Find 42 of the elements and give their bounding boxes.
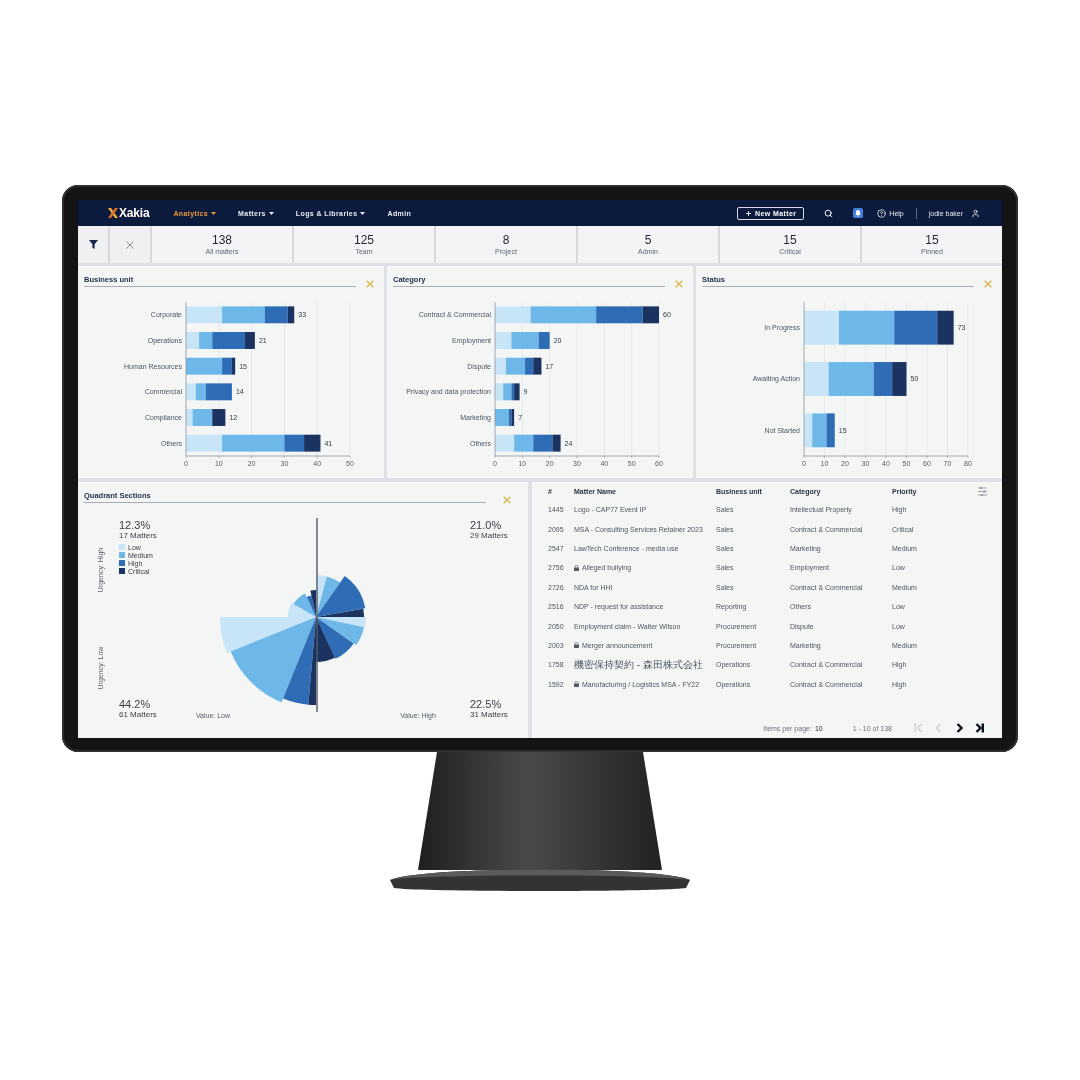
close-icon[interactable] xyxy=(366,279,374,288)
stat-value: 8 xyxy=(502,234,510,246)
stat-value: 15 xyxy=(783,234,797,246)
bar-segment xyxy=(186,306,223,324)
logo-mark-icon xyxy=(108,208,118,218)
quadrant-matters: 29 Matters xyxy=(470,531,508,540)
caret-icon xyxy=(211,211,217,215)
close-icon xyxy=(126,240,134,249)
quadrant-matters: 17 Matters xyxy=(119,531,157,540)
close-icon[interactable] xyxy=(984,279,992,288)
quadrant-percent: 22.5% xyxy=(470,698,502,710)
next-page-icon[interactable] xyxy=(954,723,964,733)
filter-button[interactable] xyxy=(78,226,108,263)
stat-value: 138 xyxy=(212,234,232,246)
matter-name[interactable]: 機密保持契約 - 森田株式会社 xyxy=(574,657,703,672)
quadrant-percent: 21.0% xyxy=(470,519,502,531)
quadrant-percent: 12.3% xyxy=(119,519,151,531)
close-icon[interactable] xyxy=(503,495,511,504)
close-icon[interactable] xyxy=(675,279,683,288)
notification-icon[interactable] xyxy=(853,208,864,218)
help-icon xyxy=(877,208,887,218)
bar-segment xyxy=(533,357,542,375)
last-page-icon[interactable] xyxy=(974,723,984,733)
plus-icon xyxy=(745,209,752,217)
stat-value: 5 xyxy=(644,234,652,246)
caret-icon xyxy=(360,211,366,215)
column-settings-icon[interactable] xyxy=(978,486,987,496)
bar-segment xyxy=(186,383,196,401)
bar-segment xyxy=(495,383,504,401)
user-icon xyxy=(971,208,980,218)
quadrant-percent: 44.2% xyxy=(119,698,151,710)
stat-value: 15 xyxy=(925,234,939,246)
quadrant-matters: 61 Matters xyxy=(119,710,157,719)
bar-segment xyxy=(892,362,907,396)
search-icon[interactable] xyxy=(824,208,834,218)
caret-icon xyxy=(268,211,274,215)
stat-value: 125 xyxy=(354,234,374,246)
logo-text: Xakia xyxy=(119,206,150,220)
bar-segment xyxy=(514,434,534,452)
quadrant-matters: 31 Matters xyxy=(470,710,508,719)
bar-segment xyxy=(304,434,321,452)
filter-icon xyxy=(88,240,98,249)
